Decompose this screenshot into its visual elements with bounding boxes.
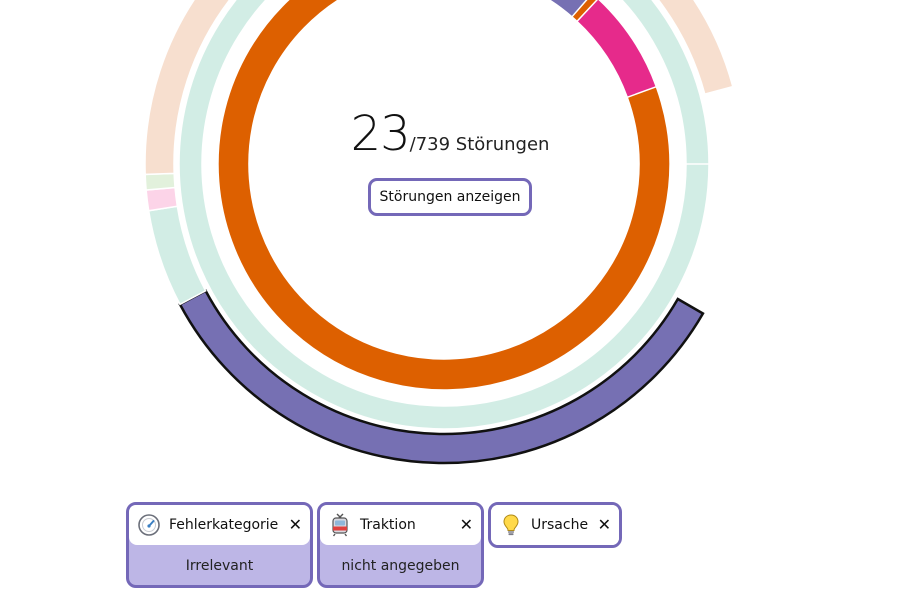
gauge-icon: [138, 514, 160, 536]
close-icon[interactable]: ✕: [289, 517, 302, 533]
filter-chip-value: Irrelevant: [185, 557, 254, 574]
count-line: 23/739 Störungen: [300, 104, 600, 164]
ring-segment-outer-light-green[interactable]: [144, 172, 176, 191]
filter-chip-title: Ursache: [531, 517, 589, 533]
filter-chip-title: Traktion: [360, 517, 416, 533]
filter-chip-ursache[interactable]: Ursache ✕: [488, 502, 622, 548]
filter-chip-header: Traktion ✕: [320, 505, 481, 545]
selected-count: 23: [350, 106, 411, 162]
tram-icon: [332, 513, 348, 537]
lightbulb-icon: [503, 514, 519, 536]
filter-chip-fehlerkategorie[interactable]: Fehlerkategorie ✕ Irrelevant: [126, 502, 313, 588]
close-icon[interactable]: ✕: [598, 517, 611, 533]
filter-chip-value: nicht angegeben: [341, 557, 460, 574]
close-icon[interactable]: ✕: [460, 517, 473, 533]
filter-chip-traktion[interactable]: Traktion ✕ nicht angegeben: [317, 502, 484, 588]
ring-segment-outer-light-pink[interactable]: [145, 186, 179, 212]
show-disruptions-button[interactable]: Störungen anzeigen: [367, 178, 533, 216]
total-count: /739 Störungen: [409, 134, 550, 155]
filter-chip-header: Fehlerkategorie ✕: [129, 505, 310, 545]
center-summary: 23/739 Störungen Störungen anzeigen: [300, 104, 600, 216]
filter-chip-header: Ursache ✕: [491, 505, 619, 545]
filter-chip-title: Fehlerkategorie: [169, 517, 279, 533]
